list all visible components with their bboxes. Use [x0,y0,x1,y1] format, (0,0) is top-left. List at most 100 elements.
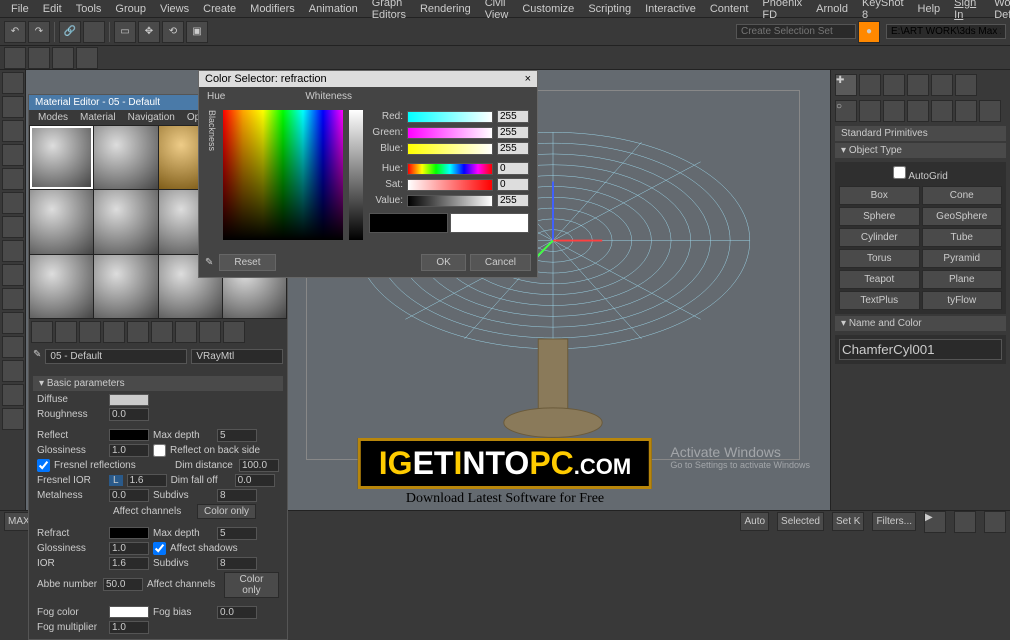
me-tool-icon[interactable] [223,321,245,343]
rotate-icon[interactable]: ⟲ [162,21,184,43]
menu-rendering[interactable]: Rendering [413,3,478,15]
maxdepth-spinner[interactable] [217,429,257,442]
move-icon[interactable]: ✥ [138,21,160,43]
tool-icon[interactable] [2,336,24,358]
refract-swatch[interactable] [109,527,149,539]
systems-icon[interactable] [979,100,1001,122]
fresnel-checkbox[interactable] [37,459,50,472]
affect2-dropdown[interactable]: Color only [224,572,279,598]
basic-params-header[interactable]: ▾ Basic parameters [33,376,283,391]
ok-button[interactable]: OK [421,254,465,271]
ior-spinner[interactable] [109,557,149,570]
select-icon[interactable]: ▭ [114,21,136,43]
blue-input[interactable] [497,142,529,155]
material-type-input[interactable] [191,349,283,364]
metalness-spinner[interactable] [109,489,149,502]
tool-icon[interactable] [2,384,24,406]
affect-dropdown[interactable]: Color only [197,504,256,519]
fogbias-spinner[interactable] [217,606,257,619]
display-tab-icon[interactable] [931,74,953,96]
red-slider[interactable] [407,111,493,123]
geometry-icon[interactable]: ○ [835,100,857,122]
modify-tab-icon[interactable] [859,74,881,96]
pyramid-button[interactable]: Pyramid [922,249,1003,268]
tool-icon[interactable] [2,144,24,166]
eyedropper-icon[interactable]: ✎ [33,349,41,364]
menu-grapheditors[interactable]: Graph Editors [365,0,413,21]
torus-button[interactable]: Torus [839,249,920,268]
box-button[interactable]: Box [839,186,920,205]
menu-customize[interactable]: Customize [515,3,581,15]
tube-button[interactable]: Tube [922,228,1003,247]
redo-icon[interactable]: ↷ [28,21,50,43]
sample-slot[interactable] [30,126,93,189]
me-tool-icon[interactable] [79,321,101,343]
reflback-checkbox[interactable] [153,444,166,457]
value-slider[interactable] [407,195,493,207]
create-tab-icon[interactable]: ✚ [835,74,857,96]
tool-icon[interactable] [2,168,24,190]
tool-icon[interactable] [2,192,24,214]
filters-button[interactable]: Filters... [872,512,916,531]
hierarchy-tab-icon[interactable] [883,74,905,96]
tool-icon[interactable] [4,47,26,69]
me-tool-icon[interactable] [103,321,125,343]
cancel-button[interactable]: Cancel [470,254,531,271]
scale-icon[interactable]: ▣ [186,21,208,43]
fresnelior-spinner[interactable] [127,474,167,487]
value-input[interactable] [497,194,529,207]
green-slider[interactable] [407,127,493,139]
tool-icon[interactable] [2,288,24,310]
me-tool-icon[interactable] [55,321,77,343]
utilities-tab-icon[interactable] [955,74,977,96]
diffuse-swatch[interactable] [109,394,149,406]
me-tool-icon[interactable] [199,321,221,343]
sphere-button[interactable]: Sphere [839,207,920,226]
render-icon[interactable]: ● [858,21,880,43]
cylinder-button[interactable]: Cylinder [839,228,920,247]
tool-icon[interactable] [2,312,24,334]
close-icon[interactable]: × [525,73,531,85]
menu-phoenixfd[interactable]: Phoenix FD [755,0,809,21]
tool-icon[interactable] [2,120,24,142]
selection-set-input[interactable] [736,24,856,39]
color-picker[interactable] [223,110,343,240]
abbe-spinner[interactable] [103,578,143,591]
fogmult-spinner[interactable] [109,621,149,634]
tyflow-button[interactable]: tyFlow [922,291,1003,310]
me-tool-icon[interactable] [175,321,197,343]
menu-content[interactable]: Content [703,3,756,15]
red-input[interactable] [497,110,529,123]
maxdepth2-spinner[interactable] [217,527,257,540]
dimdist-spinner[interactable] [239,459,279,472]
signin-link[interactable]: Sign In [947,0,983,21]
tool-icon[interactable] [2,240,24,262]
setkey-button[interactable]: Set K [832,512,864,531]
autogrid-checkbox[interactable] [893,166,906,179]
object-type-header[interactable]: ▾ Object Type [835,143,1006,158]
hue-slider[interactable] [407,163,493,175]
sat-input[interactable] [497,178,529,191]
undo-icon[interactable]: ↶ [4,21,26,43]
tool-icon[interactable] [2,408,24,430]
sample-slot[interactable] [30,190,93,253]
roughness-spinner[interactable] [109,408,149,421]
sample-slot[interactable] [94,255,157,318]
menu-keyshot[interactable]: KeyShot 8 [855,0,911,21]
me-tool-icon[interactable] [31,321,53,343]
glossiness-spinner[interactable] [109,444,149,457]
teapot-button[interactable]: Teapot [839,270,920,289]
lights-icon[interactable] [883,100,905,122]
unlink-icon[interactable] [83,21,105,43]
whiteness-strip[interactable] [349,110,363,240]
glossiness2-spinner[interactable] [109,542,149,555]
play-icon[interactable]: ▶ [924,511,946,533]
helpers-icon[interactable] [931,100,953,122]
autokey-button[interactable]: Auto [740,512,769,531]
tool-icon[interactable] [2,264,24,286]
me-menu-material[interactable]: Material [75,112,121,123]
menu-modifiers[interactable]: Modifiers [243,3,302,15]
textplus-button[interactable]: TextPlus [839,291,920,310]
hue-input[interactable] [497,162,529,175]
menu-views[interactable]: Views [153,3,196,15]
